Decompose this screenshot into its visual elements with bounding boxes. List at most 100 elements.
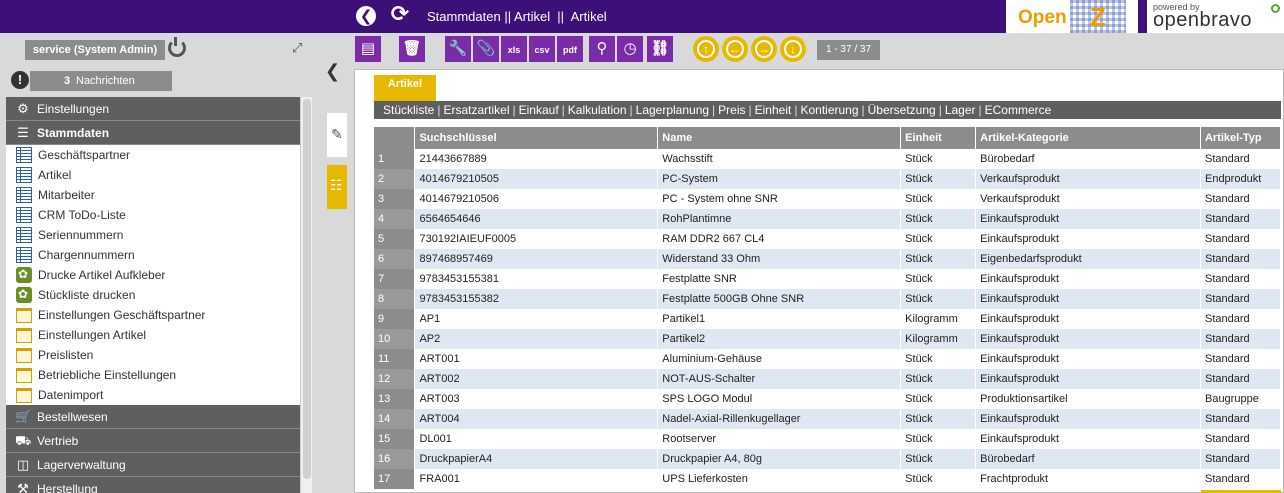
- column-header-artikel-typ[interactable]: Artikel-Typ: [1200, 127, 1282, 149]
- row-number-cell[interactable]: 2: [374, 169, 416, 189]
- column-header-suchschluessel[interactable]: Suchschlüssel: [414, 127, 659, 149]
- artikel-kategorie-cell[interactable]: Einkaufsprodukt: [975, 289, 1201, 309]
- artikel-kategorie-cell[interactable]: Verkaufsprodukt: [975, 169, 1201, 189]
- user-role[interactable]: service (System Admin): [25, 40, 165, 60]
- menu-item-einstellungen-geschaeftspartner[interactable]: Einstellungen Geschäftspartner: [6, 305, 300, 325]
- name-cell[interactable]: Rootserver: [657, 429, 902, 449]
- menu-item-drucke-artikel-aufkleber[interactable]: Drucke Artikel Aufkleber: [6, 264, 300, 285]
- subtab-lagerplanung[interactable]: Lagerplanung: [633, 103, 712, 117]
- subtab-stueckliste[interactable]: Stückliste: [380, 103, 437, 117]
- row-number-cell[interactable]: 7: [374, 269, 416, 289]
- artikel-kategorie-cell[interactable]: Einkaufsprodukt: [975, 329, 1201, 349]
- artikel-kategorie-cell[interactable]: Einkaufsprodukt: [975, 209, 1201, 229]
- subtab-ecommerce[interactable]: ECommerce: [982, 103, 1055, 117]
- artikel-kategorie-cell[interactable]: Verkaufsprodukt: [975, 189, 1201, 209]
- menu-scrollbar-thumb[interactable]: [303, 99, 311, 479]
- einheit-cell[interactable]: Kilogramm: [900, 329, 977, 349]
- search-icon[interactable]: ⚲: [589, 36, 615, 62]
- artikel-kategorie-cell[interactable]: Produktionsartikel: [975, 389, 1201, 409]
- name-cell[interactable]: Partikel1: [657, 309, 902, 329]
- suchschluessel-cell[interactable]: ART001: [414, 349, 659, 369]
- table-row[interactable]: 5 730192IAIEUF0005 RAM DDR2 667 CL4 Stück Ei…: [374, 229, 1282, 249]
- table-row[interactable]: 10 AP2 Partikel2 Kilogramm Einkaufsprodukt St…: [374, 329, 1282, 349]
- suchschluessel-cell[interactable]: 897468957469: [414, 249, 659, 269]
- name-cell[interactable]: PC - System ohne SNR: [657, 189, 902, 209]
- name-cell[interactable]: NOT-AUS-Schalter: [657, 369, 902, 389]
- export-csv-icon[interactable]: csv: [529, 36, 555, 62]
- table-row[interactable]: 1 21443667889 Wachsstift Stück Bürobedarf Sta…: [374, 149, 1282, 169]
- subtab-kontierung[interactable]: Kontierung: [797, 103, 861, 117]
- column-header-artikel-kategorie[interactable]: Artikel-Kategorie: [975, 127, 1201, 149]
- grid-view-tab[interactable]: ☷: [327, 165, 347, 209]
- link-icon[interactable]: ⛓: [647, 36, 673, 62]
- table-row[interactable]: 12 ART002 NOT-AUS-Schalter Stück Einkaufspro…: [374, 369, 1282, 389]
- artikel-kategorie-cell[interactable]: Einkaufsprodukt: [975, 429, 1201, 449]
- menu-section-lagerverwaltung[interactable]: ◫ Lagerverwaltung: [6, 453, 300, 477]
- menu-item-einstellungen-artikel[interactable]: Einstellungen Artikel: [6, 325, 300, 345]
- einheit-cell[interactable]: Stück: [900, 389, 977, 409]
- artikel-kategorie-cell[interactable]: Frachtprodukt: [975, 469, 1201, 489]
- suchschluessel-cell[interactable]: 9783453155382: [414, 289, 659, 309]
- row-number-cell[interactable]: 11: [374, 349, 416, 369]
- artikel-kategorie-cell[interactable]: Einkaufsprodukt: [975, 229, 1201, 249]
- einheit-cell[interactable]: Stück: [900, 409, 977, 429]
- next-record-icon[interactable]: →: [751, 36, 777, 62]
- table-row[interactable]: 17 FRA001 UPS Lieferkosten Stück Frachtprodu…: [374, 469, 1282, 489]
- einheit-cell[interactable]: Stück: [900, 269, 977, 289]
- suchschluessel-cell[interactable]: 4014679210506: [414, 189, 659, 209]
- name-cell[interactable]: Widerstand 33 Ohm: [657, 249, 902, 269]
- einheit-cell[interactable]: Stück: [900, 429, 977, 449]
- row-number-cell[interactable]: 13: [374, 389, 416, 409]
- subtab-lager[interactable]: Lager: [942, 103, 979, 117]
- column-header-einheit[interactable]: Einheit: [900, 127, 977, 149]
- row-number-cell[interactable]: 6: [374, 249, 416, 269]
- suchschluessel-cell[interactable]: 6564654646: [414, 209, 659, 229]
- artikel-typ-cell[interactable]: Baugruppe: [1200, 389, 1282, 409]
- menu-item-chargennummern[interactable]: Chargennummern: [6, 245, 300, 265]
- artikel-kategorie-cell[interactable]: Einkaufsprodukt: [975, 309, 1201, 329]
- name-cell[interactable]: Festplatte SNR: [657, 269, 902, 289]
- artikel-typ-cell[interactable]: Standard: [1200, 269, 1282, 289]
- table-row[interactable]: 2 4014679210505 PC-System Stück Verkaufsprod…: [374, 169, 1282, 189]
- menu-item-datenimport[interactable]: Datenimport: [6, 385, 300, 405]
- subtab-einheit[interactable]: Einheit: [752, 103, 795, 117]
- suchschluessel-cell[interactable]: 9783453155381: [414, 269, 659, 289]
- einheit-cell[interactable]: Stück: [900, 289, 977, 309]
- row-number-cell[interactable]: 14: [374, 409, 416, 429]
- name-cell[interactable]: Partikel2: [657, 329, 902, 349]
- einheit-cell[interactable]: Stück: [900, 189, 977, 209]
- form-view-tab[interactable]: ✎: [327, 113, 347, 157]
- column-header-name[interactable]: Name: [657, 127, 902, 149]
- table-row[interactable]: 4 6564654646 RohPlantimne Stück Einkaufsprod…: [374, 209, 1282, 229]
- row-number-cell[interactable]: 17: [374, 469, 416, 489]
- suchschluessel-cell[interactable]: AP1: [414, 309, 659, 329]
- table-row[interactable]: 9 AP1 Partikel1 Kilogramm Einkaufsprodukt Sta…: [374, 309, 1282, 329]
- row-number-cell[interactable]: 12: [374, 369, 416, 389]
- export-xls-icon[interactable]: xls: [501, 36, 527, 62]
- einheit-cell[interactable]: Stück: [900, 149, 977, 169]
- menu-section-herstellung[interactable]: ⚒ Herstellung: [6, 477, 300, 493]
- table-row[interactable]: 7 9783453155381 Festplatte SNR Stück Einkauf…: [374, 269, 1282, 289]
- artikel-kategorie-cell[interactable]: Einkaufsprodukt: [975, 269, 1201, 289]
- menu-scrollbar[interactable]: [300, 97, 312, 493]
- name-cell[interactable]: Aluminium-Gehäuse: [657, 349, 902, 369]
- attachment-icon[interactable]: 📎: [473, 36, 499, 62]
- artikel-kategorie-cell[interactable]: Einkaufsprodukt: [975, 409, 1201, 429]
- suchschluessel-cell[interactable]: FRA001: [414, 469, 659, 489]
- subtab-uebersetzung[interactable]: Übersetzung: [865, 103, 939, 117]
- einheit-cell[interactable]: Stück: [900, 229, 977, 249]
- subtab-preis[interactable]: Preis: [715, 103, 748, 117]
- menu-section-vertrieb[interactable]: ⛟ Vertrieb: [6, 429, 300, 453]
- previous-record-icon[interactable]: ←: [722, 36, 748, 62]
- logout-icon[interactable]: [168, 37, 186, 57]
- row-number-cell[interactable]: 5: [374, 229, 416, 249]
- artikel-typ-cell[interactable]: Standard: [1200, 369, 1282, 389]
- artikel-kategorie-cell[interactable]: Einkaufsprodukt: [975, 369, 1201, 389]
- suchschluessel-cell[interactable]: ART003: [414, 389, 659, 409]
- artikel-typ-cell[interactable]: Standard: [1200, 349, 1282, 369]
- name-cell[interactable]: Festplatte 500GB Ohne SNR: [657, 289, 902, 309]
- einheit-cell[interactable]: Stück: [900, 249, 977, 269]
- name-cell[interactable]: PC-System: [657, 169, 902, 189]
- einheit-cell[interactable]: Stück: [900, 169, 977, 189]
- artikel-typ-cell[interactable]: Standard: [1200, 469, 1282, 489]
